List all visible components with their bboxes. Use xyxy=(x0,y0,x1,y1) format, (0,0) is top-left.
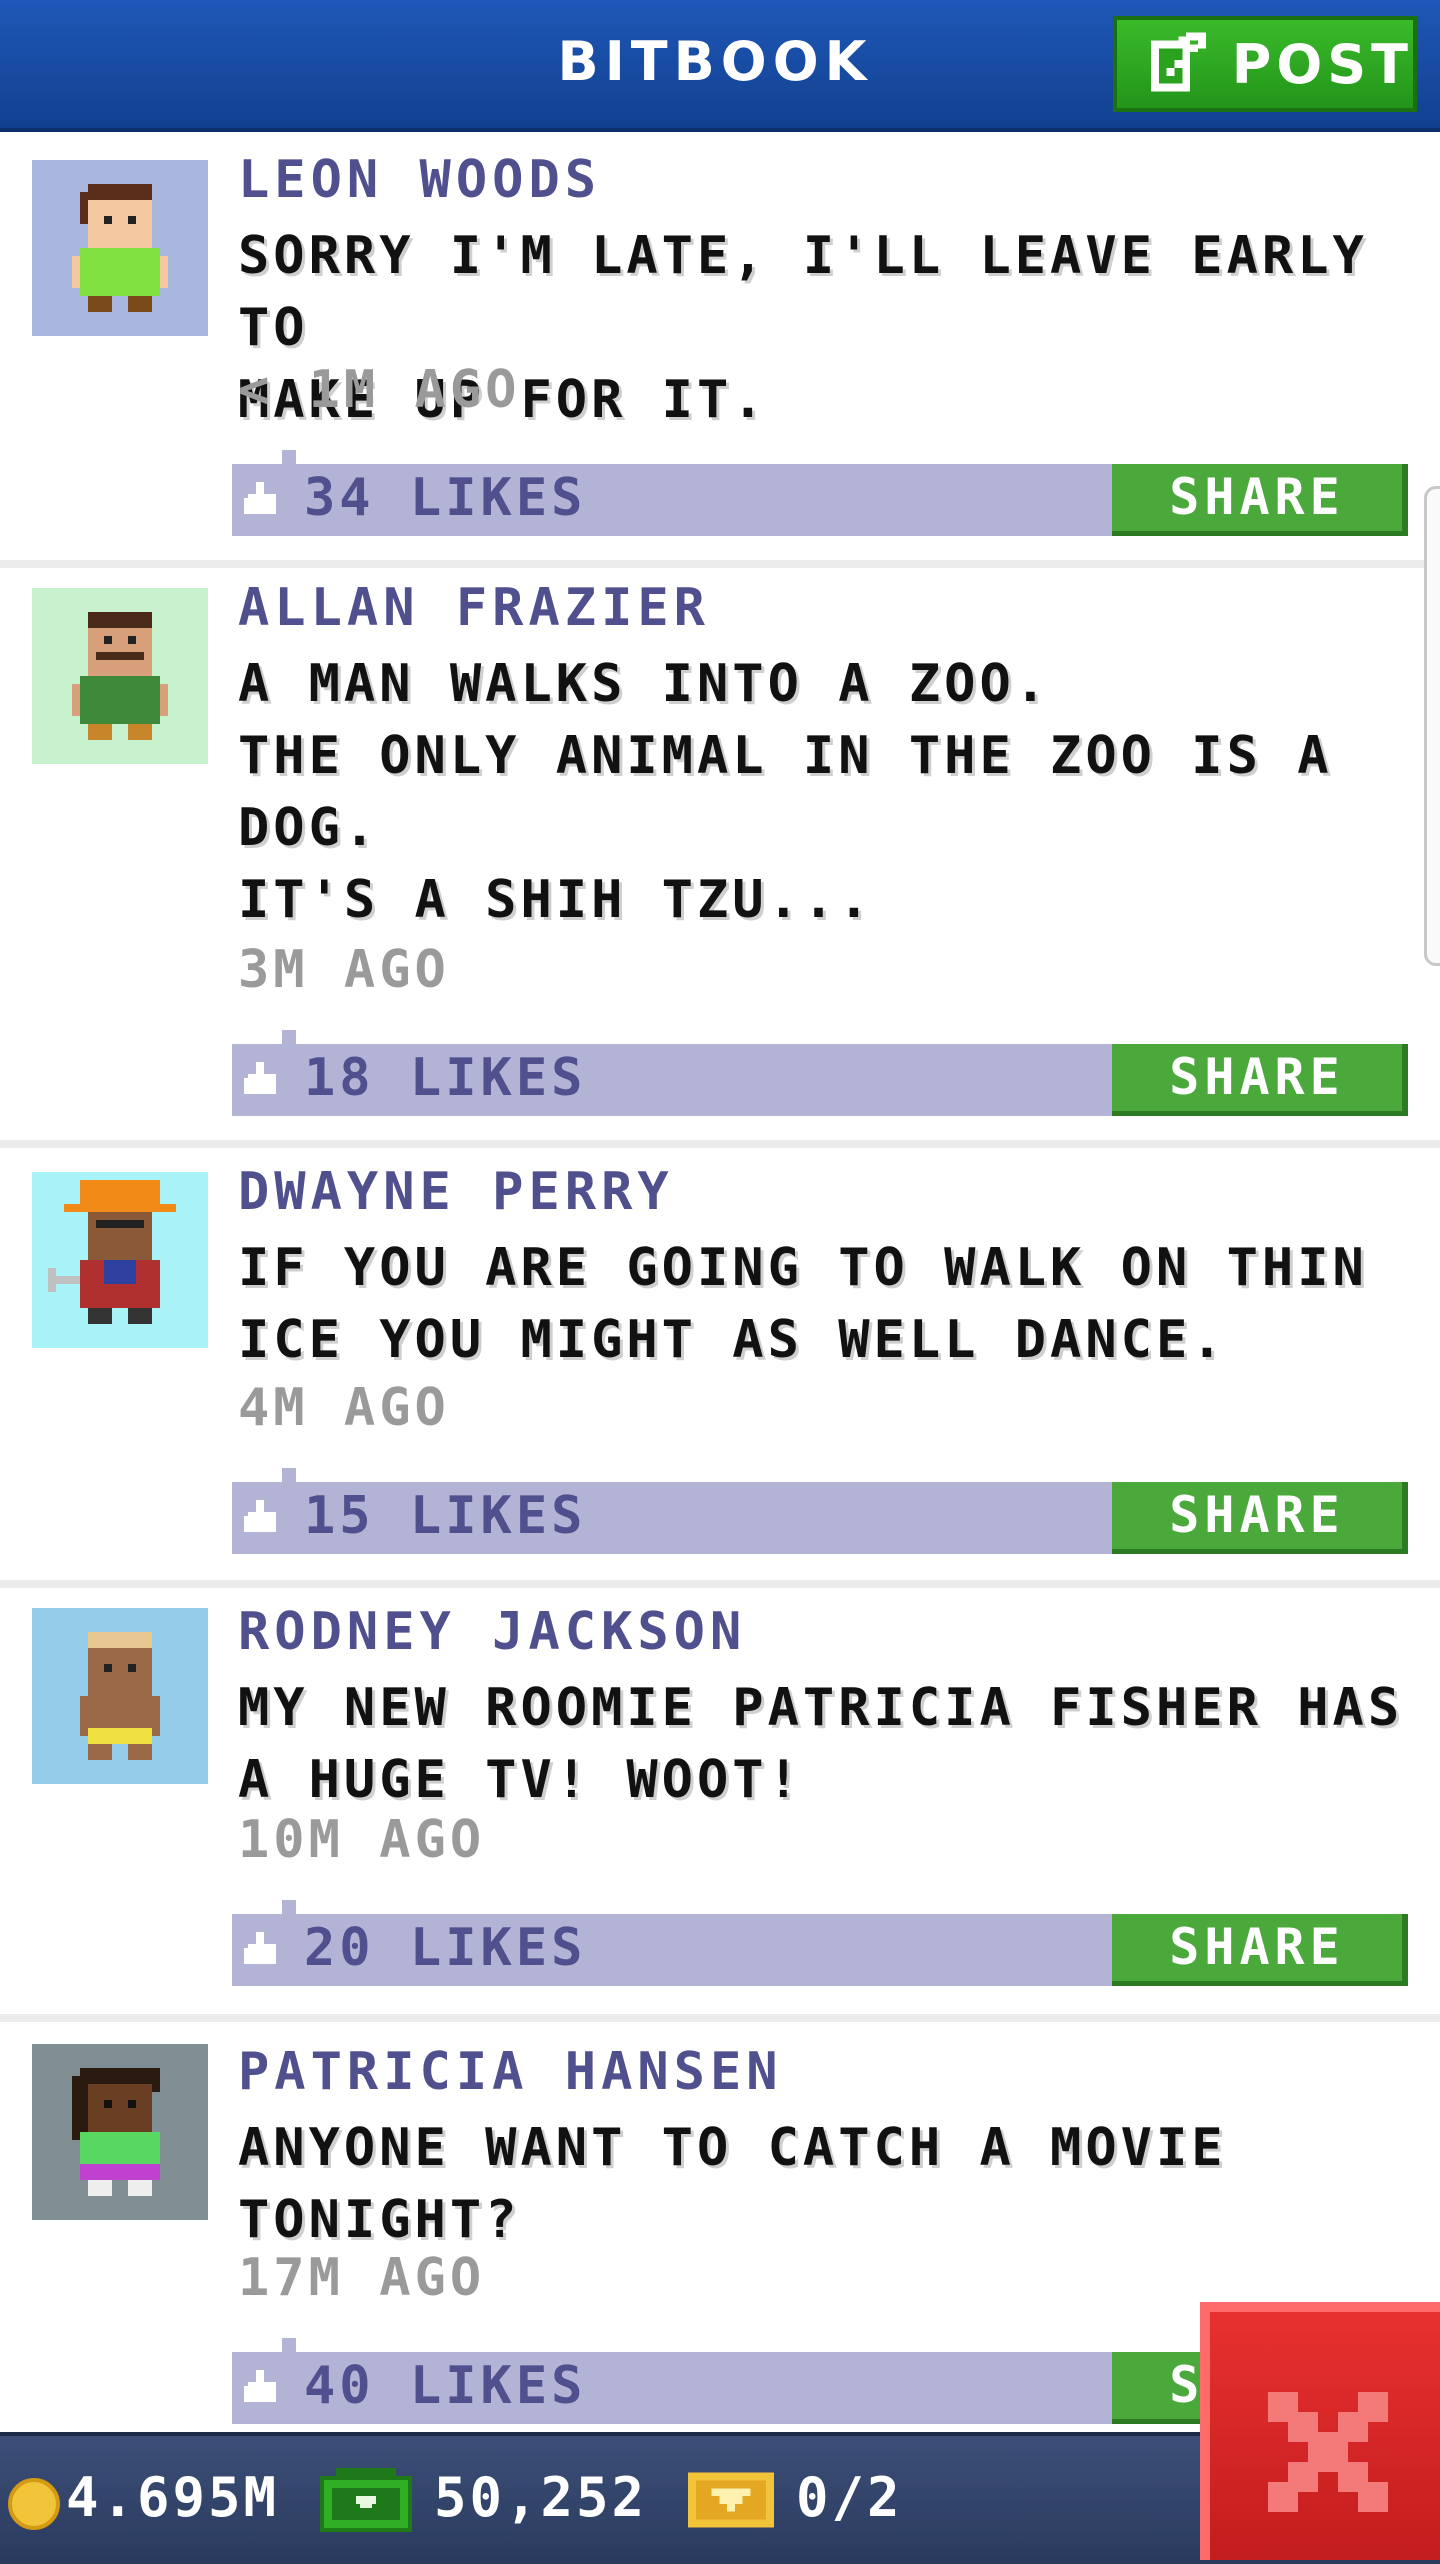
post-author[interactable]: DWAYNE PERRY xyxy=(238,1162,674,1222)
bux-count: 50,252 xyxy=(434,2466,648,2529)
post-time: < 1M AGO xyxy=(238,360,521,420)
avatar xyxy=(32,1172,208,1348)
person-avatar-icon xyxy=(32,2044,208,2220)
close-icon xyxy=(1268,2392,1388,2512)
ticket-icon xyxy=(688,2472,774,2528)
like-bar: 34 LIKES SHARE xyxy=(232,450,1408,536)
post-author[interactable]: LEON WOODS xyxy=(238,150,601,210)
post-author[interactable]: PATRICIA HANSEN xyxy=(238,2042,783,2102)
share-button[interactable]: SHARE xyxy=(1112,1044,1408,1116)
post-time: 10M AGO xyxy=(238,1810,486,1870)
likes-count: 20 LIKES xyxy=(304,1918,587,1978)
post-time: 4M AGO xyxy=(238,1378,450,1438)
like-bar-notch xyxy=(282,1468,296,1482)
likes-count: 18 LIKES xyxy=(304,1048,587,1108)
feed[interactable]: LEON WOODS SORRY I'M LATE, I'LL LEAVE EA… xyxy=(0,132,1440,2464)
person-avatar-icon xyxy=(32,160,208,336)
person-avatar-icon xyxy=(32,1608,208,1784)
post-time: 3M AGO xyxy=(238,940,450,1000)
likes-count: 15 LIKES xyxy=(304,1486,587,1546)
bitbux-icon xyxy=(320,2468,412,2532)
avatar xyxy=(32,160,208,336)
post-card: ALLAN FRAZIER A MAN WALKS INTO A ZOO. TH… xyxy=(0,560,1440,1148)
like-bar: 20 LIKES SHARE xyxy=(232,1900,1408,1986)
likes-count: 34 LIKES xyxy=(304,468,587,528)
compose-icon xyxy=(1150,32,1206,92)
like-bar: 18 LIKES SHARE xyxy=(232,1030,1408,1116)
post-message: A MAN WALKS INTO A ZOO. THE ONLY ANIMAL … xyxy=(238,654,1333,930)
thumbs-up-icon[interactable] xyxy=(244,1062,280,1098)
tickets-count: 0/2 xyxy=(796,2466,903,2529)
like-bar-notch xyxy=(282,450,296,464)
post-card: DWAYNE PERRY IF YOU ARE GOING TO WALK ON… xyxy=(0,1144,1440,1588)
thumbs-up-icon[interactable] xyxy=(244,482,280,518)
post-author[interactable]: ALLAN FRAZIER xyxy=(238,578,710,638)
like-bar-notch xyxy=(282,1900,296,1914)
post-button[interactable]: POST xyxy=(1113,16,1417,112)
post-card: RODNEY JACKSON MY NEW ROOMIE PATRICIA FI… xyxy=(0,1584,1440,2024)
post-message: ANYONE WANT TO CATCH A MOVIE TONIGHT? xyxy=(238,2118,1227,2250)
share-button[interactable]: SHARE xyxy=(1112,1482,1408,1554)
post-divider xyxy=(0,2014,1440,2022)
like-bar-notch xyxy=(282,1030,296,1044)
construction-worker-avatar-icon xyxy=(32,1172,208,1348)
post-time: 17M AGO xyxy=(238,2248,486,2308)
post-author[interactable]: RODNEY JACKSON xyxy=(238,1602,746,1662)
post-button-label: POST xyxy=(1231,32,1413,96)
thumbs-up-icon[interactable] xyxy=(244,1500,280,1536)
avatar xyxy=(32,1608,208,1784)
likes-count: 40 LIKES xyxy=(304,2356,587,2416)
coin-icon xyxy=(8,2478,60,2530)
thumbs-up-icon[interactable] xyxy=(244,1932,280,1968)
post-card: LEON WOODS SORRY I'M LATE, I'LL LEAVE EA… xyxy=(0,132,1440,568)
avatar xyxy=(32,588,208,764)
like-bar-notch xyxy=(282,2338,296,2352)
share-button[interactable]: SHARE xyxy=(1112,1914,1408,1986)
coins-count: 4.695M xyxy=(66,2466,280,2529)
like-bar: 15 LIKES SHARE xyxy=(232,1468,1408,1554)
avatar xyxy=(32,2044,208,2220)
scroll-indicator[interactable] xyxy=(1424,486,1440,966)
share-button[interactable]: SHARE xyxy=(1112,464,1408,536)
post-message: MY NEW ROOMIE PATRICIA FISHER HAS A HUGE… xyxy=(238,1678,1404,1810)
top-bar: BITBOOK POST xyxy=(0,0,1440,132)
post-message: IF YOU ARE GOING TO WALK ON THIN ICE YOU… xyxy=(238,1238,1368,1370)
thumbs-up-icon[interactable] xyxy=(244,2370,280,2406)
close-button[interactable] xyxy=(1200,2302,1440,2560)
person-avatar-icon xyxy=(32,588,208,764)
